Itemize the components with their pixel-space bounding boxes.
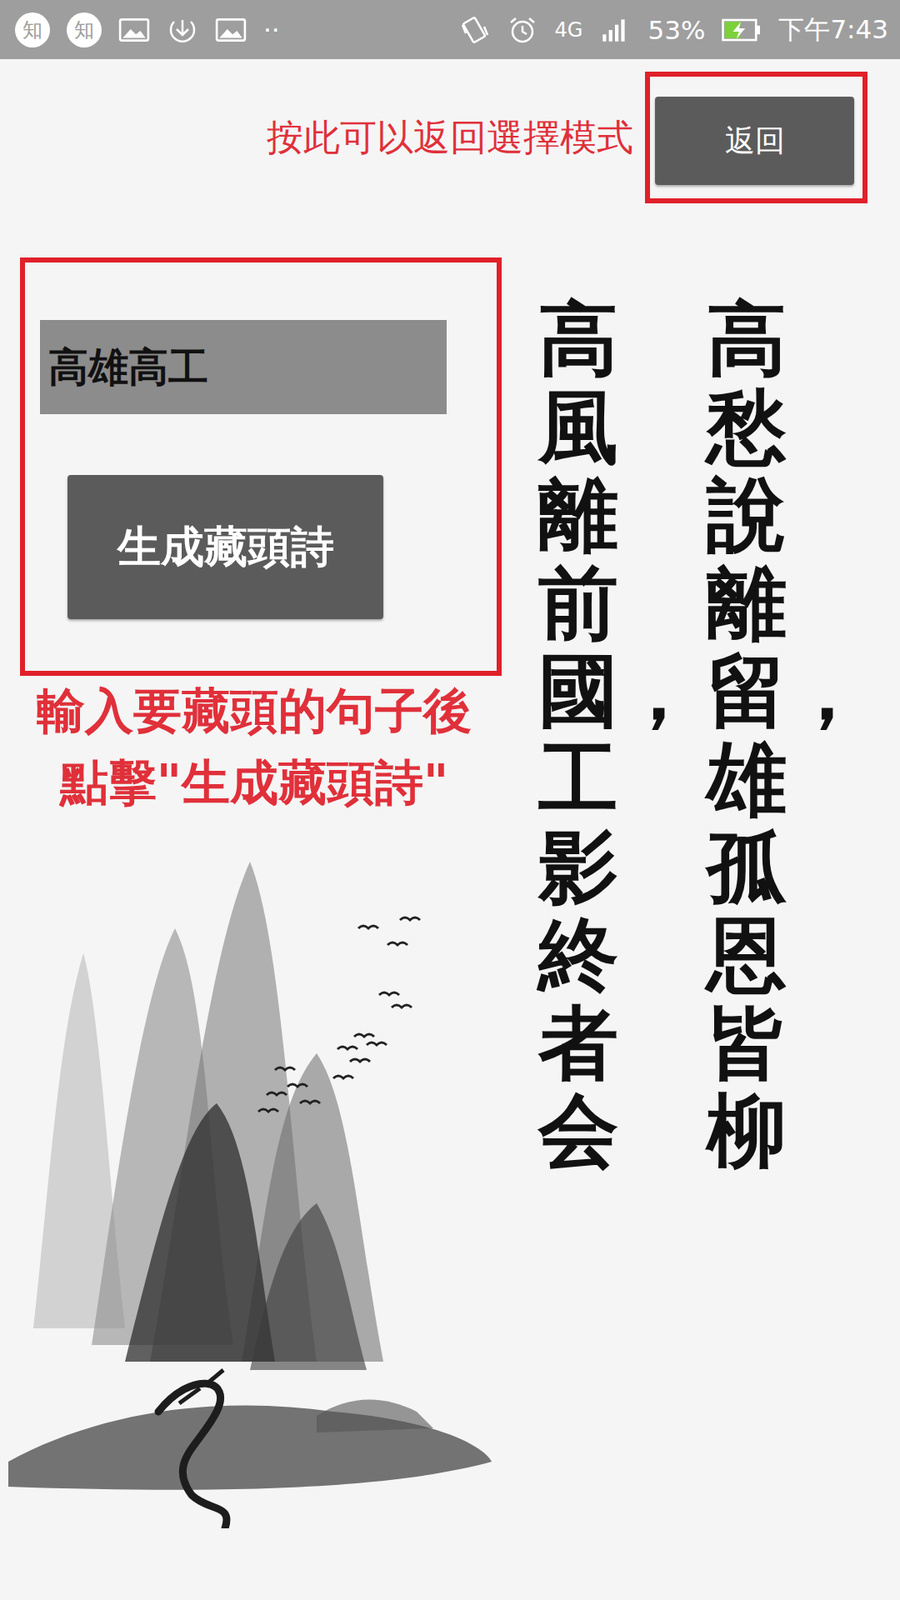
clock: 下午7:43: [778, 12, 889, 48]
phrase-input[interactable]: 高雄高工: [40, 320, 447, 415]
more-notifications: ··: [263, 15, 280, 45]
alarm-icon: [506, 15, 539, 45]
network-type: 4G: [555, 18, 584, 42]
poem: 高愁說離留，雄孤恩皆柳 高風離前國，工影終者会: [508, 257, 900, 1529]
instruction-line: 輸入要藏頭的句子後: [36, 682, 472, 741]
image-icon: [215, 15, 247, 45]
app-screen: 知知 ·· 4G 53% 下午7:43 按此可以返回選擇模式返回高雄高工生成藏頭詩輸入要藏…: [0, 0, 900, 1600]
battery-percent: 53%: [647, 15, 705, 45]
app-notification-icon: 知: [15, 12, 50, 48]
back-hint: 按此可以返回選擇模式: [266, 113, 634, 163]
back-button[interactable]: 返回: [655, 96, 855, 185]
main-area: 高雄高工生成藏頭詩輸入要藏頭的句子後點擊"生成藏頭詩" 高愁說離留，雄孤恩皆柳 高風…: [0, 257, 900, 1529]
vibrate-icon: [458, 15, 490, 45]
poem-line: 高愁說離留，雄孤恩皆柳: [706, 295, 787, 1529]
header: 按此可以返回選擇模式返回: [0, 59, 900, 204]
instruction-line: 點擊"生成藏頭詩": [60, 754, 449, 813]
ink-painting: [0, 828, 500, 1529]
generate-button[interactable]: 生成藏頭詩: [67, 475, 384, 620]
input-highlight: 高雄高工生成藏頭詩: [20, 257, 502, 676]
poem-line: 高風離前國，工影終者会: [538, 295, 619, 1529]
back-highlight: 返回: [645, 71, 868, 204]
signal-icon: [599, 15, 631, 45]
download-icon: [166, 15, 199, 45]
image-icon: [118, 15, 150, 45]
battery-icon: [721, 18, 762, 42]
app-notification-icon: 知: [66, 12, 102, 48]
left-column: 高雄高工生成藏頭詩輸入要藏頭的句子後點擊"生成藏頭詩": [0, 257, 509, 1529]
status-bar: 知知 ·· 4G 53% 下午7:43: [0, 0, 900, 60]
instructions: 輸入要藏頭的句子後點擊"生成藏頭詩": [0, 682, 509, 812]
